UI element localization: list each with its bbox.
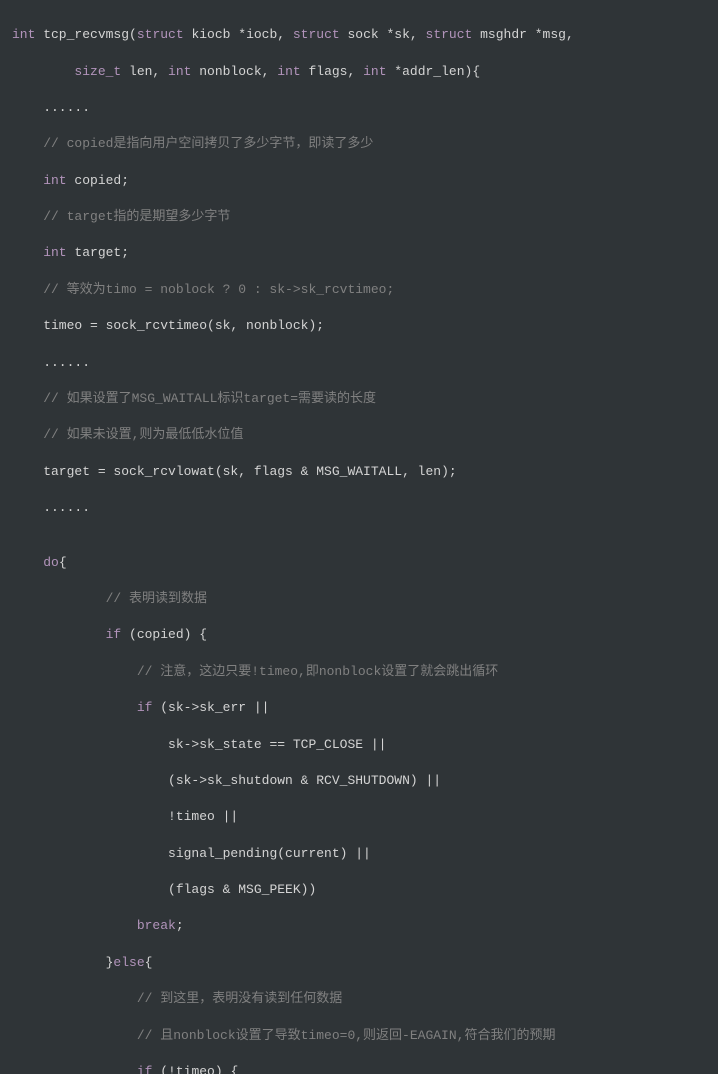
code-line: sk->sk_state == TCP_CLOSE || [12,736,706,754]
code-text: target; [67,245,129,260]
code-line: // copied是指向用户空间拷贝了多少字节，即读了多少 [12,135,706,153]
comment: // 且nonblock设置了导致timeo=0,则返回-EAGAIN,符合我们… [12,1028,555,1043]
keyword: else [113,955,144,970]
code-text: target = sock_rcvlowat(sk, flags & MSG_W… [12,464,457,479]
code-line: // 表明读到数据 [12,590,706,608]
code-line: break; [12,917,706,935]
code-text: { [59,555,67,570]
code-text: } [12,955,113,970]
comment: // 等效为timo = noblock ? 0 : sk->sk_rcvtim… [12,282,394,297]
keyword: struct [293,27,340,42]
code-line: ...... [12,354,706,372]
code-text: sk->sk_state == TCP_CLOSE || [12,737,386,752]
code-line: (flags & MSG_PEEK)) [12,881,706,899]
keyword: if [12,700,152,715]
keyword: if [12,627,121,642]
code-line: int tcp_recvmsg(struct kiocb *iocb, stru… [12,26,706,44]
code-line: // target指的是期望多少字节 [12,208,706,226]
comment: // 注意，这边只要!timeo,即nonblock设置了就会跳出循环 [12,664,498,679]
code-text: msghdr *msg, [472,27,573,42]
code-line: !timeo || [12,808,706,826]
keyword: struct [137,27,184,42]
code-text: ...... [12,100,90,115]
code-text: timeo = sock_rcvtimeo(sk, nonblock); [12,318,324,333]
code-text: kiocb *iocb, [184,27,293,42]
code-text: nonblock, [191,64,277,79]
code-line: size_t len, int nonblock, int flags, int… [12,63,706,81]
keyword: int [277,64,300,79]
code-text: ...... [12,500,90,515]
code-line: (sk->sk_shutdown & RCV_SHUTDOWN) || [12,772,706,790]
code-line: timeo = sock_rcvtimeo(sk, nonblock); [12,317,706,335]
code-text: flags, [301,64,363,79]
code-line: ...... [12,499,706,517]
keyword: break [12,918,176,933]
code-text: (copied) { [121,627,207,642]
code-text: (sk->sk_shutdown & RCV_SHUTDOWN) || [12,773,441,788]
code-line: // 到这里，表明没有读到任何数据 [12,990,706,1008]
code-line: if (!timeo) { [12,1063,706,1074]
code-text: ; [176,918,184,933]
code-line: int copied; [12,172,706,190]
code-text: ( [129,27,137,42]
keyword: int [12,245,67,260]
comment: // 如果设置了MSG_WAITALL标识target=需要读的长度 [12,391,376,406]
keyword: int [12,27,35,42]
comment: // target指的是期望多少字节 [12,209,230,224]
comment: // 如果未设置,则为最低低水位值 [12,427,243,442]
code-line: // 如果未设置,则为最低低水位值 [12,426,706,444]
keyword: int [363,64,386,79]
code-block: int tcp_recvmsg(struct kiocb *iocb, stru… [0,0,718,1074]
keyword: size_t [12,64,121,79]
comment: // 到这里，表明没有读到任何数据 [12,991,342,1006]
code-line: do{ [12,554,706,572]
code-text: (!timeo) { [152,1064,238,1074]
code-line: }else{ [12,954,706,972]
code-text: sock *sk, [340,27,426,42]
code-line: if (copied) { [12,626,706,644]
code-line: // 如果设置了MSG_WAITALL标识target=需要读的长度 [12,390,706,408]
code-line: signal_pending(current) || [12,845,706,863]
code-line: // 等效为timo = noblock ? 0 : sk->sk_rcvtim… [12,281,706,299]
keyword: int [168,64,191,79]
comment: // copied是指向用户空间拷贝了多少字节，即读了多少 [12,136,373,151]
code-text: *addr_len){ [387,64,481,79]
keyword: int [12,173,67,188]
keyword: if [12,1064,152,1074]
function-name: tcp_recvmsg [35,27,129,42]
code-line: if (sk->sk_err || [12,699,706,717]
code-text: (flags & MSG_PEEK)) [12,882,316,897]
code-line: target = sock_rcvlowat(sk, flags & MSG_W… [12,463,706,481]
keyword: struct [426,27,473,42]
comment: // 表明读到数据 [12,591,207,606]
code-text: (sk->sk_err || [152,700,269,715]
code-text: copied; [67,173,129,188]
code-text: { [145,955,153,970]
keyword: do [12,555,59,570]
code-line: // 且nonblock设置了导致timeo=0,则返回-EAGAIN,符合我们… [12,1027,706,1045]
code-text: !timeo || [12,809,238,824]
code-line: ...... [12,99,706,117]
code-text: ...... [12,355,90,370]
code-line: // 注意，这边只要!timeo,即nonblock设置了就会跳出循环 [12,663,706,681]
code-text: len, [121,64,168,79]
code-text: signal_pending(current) || [12,846,371,861]
code-line: int target; [12,244,706,262]
